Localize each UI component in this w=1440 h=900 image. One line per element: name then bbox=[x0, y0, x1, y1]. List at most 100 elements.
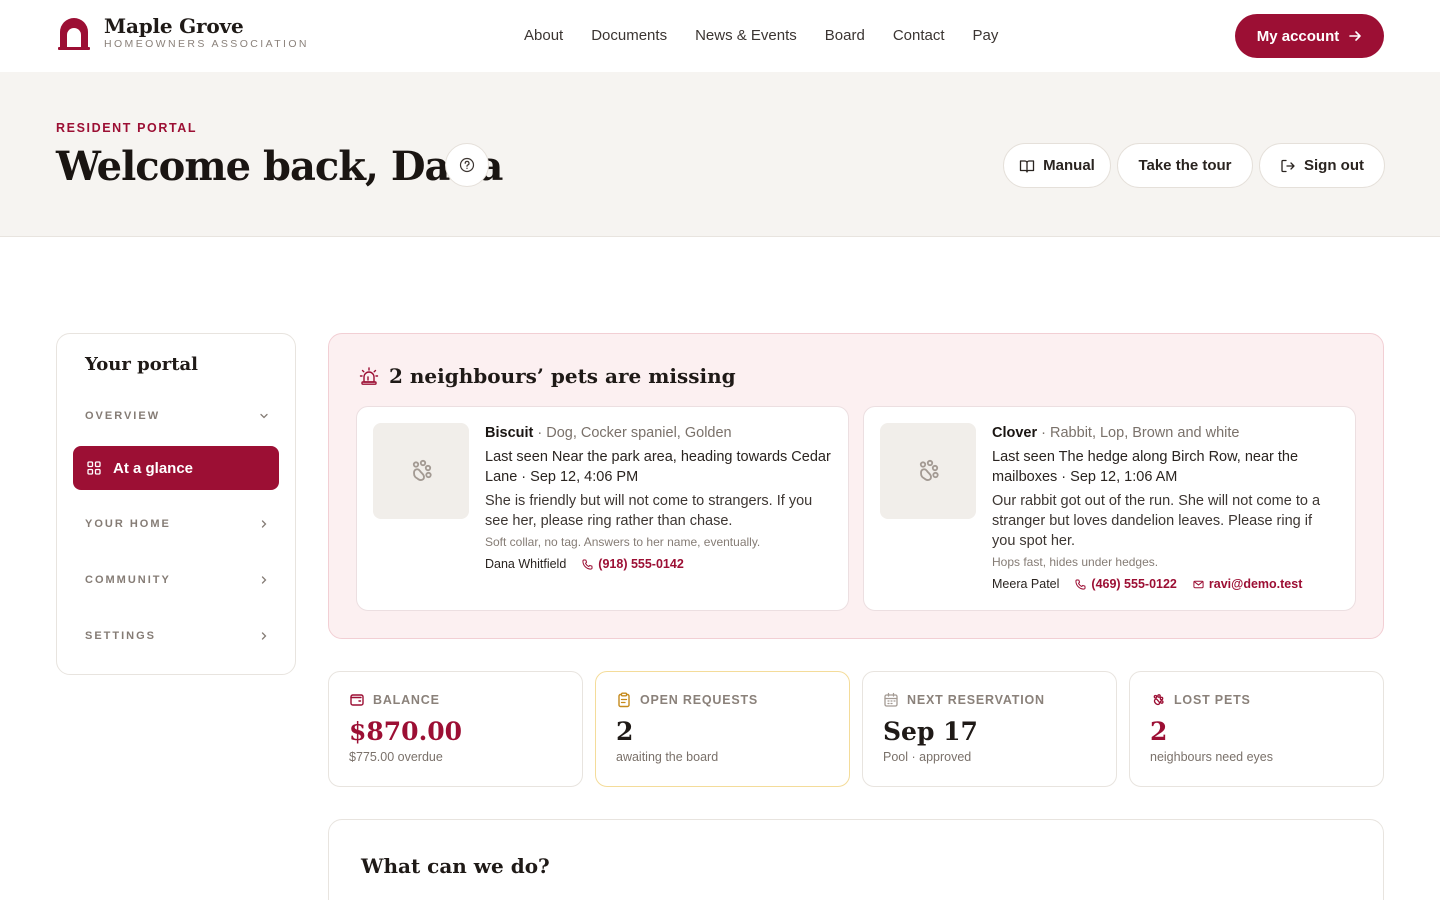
pet-last-seen: Last seen The hedge along Birch Row, nea… bbox=[992, 449, 1299, 485]
pet-photo-placeholder bbox=[373, 423, 469, 519]
chevron-down-icon bbox=[260, 413, 268, 419]
stat-label: OPEN REQUESTS bbox=[616, 692, 758, 708]
sidebar-group-label: YOUR HOME bbox=[85, 518, 171, 530]
question-circle-icon bbox=[459, 157, 475, 173]
book-icon bbox=[1020, 159, 1035, 173]
sidebar-group-label: COMMUNITY bbox=[85, 574, 171, 586]
chevron-right-icon bbox=[261, 520, 267, 528]
pet-email-link[interactable]: ravi@demo.test bbox=[1193, 575, 1302, 593]
sidebar-item-at-a-glance[interactable]: At a glance bbox=[73, 446, 279, 490]
my-account-label: My account bbox=[1256, 27, 1340, 45]
stat-label: NEXT RESERVATION bbox=[883, 692, 1045, 708]
brand-logo-icon bbox=[58, 17, 90, 50]
pet-last-seen: Last seen Near the park area, heading to… bbox=[485, 449, 831, 485]
stat-value: Sep 17 bbox=[883, 717, 978, 746]
sign-out-icon bbox=[1281, 159, 1295, 172]
sign-out-label: Sign out bbox=[1304, 157, 1364, 174]
brand-name: Maple Grove bbox=[104, 14, 244, 38]
pet-phone-link[interactable]: (469) 555-0122 bbox=[1075, 575, 1177, 593]
pet-contact: Meera Patel (469) 555-0122 ravi@demo.tes… bbox=[992, 575, 1338, 593]
nav-news-events[interactable]: News & Events bbox=[695, 26, 797, 46]
my-account-button[interactable]: My account bbox=[1235, 14, 1384, 58]
pet-description: She is friendly but will not come to str… bbox=[485, 493, 813, 529]
pet-name: Clover bbox=[992, 425, 1038, 441]
stat-value: 2 bbox=[1150, 717, 1168, 746]
siren-icon bbox=[359, 367, 379, 385]
brand-subtitle: HOMEOWNERS ASSOCIATION bbox=[104, 38, 309, 50]
actions-card: What can we do? bbox=[328, 819, 1384, 900]
hero-eyebrow: RESIDENT PORTAL bbox=[56, 121, 198, 135]
pet-contact: Dana Whitfield (918) 555-0142 bbox=[485, 555, 831, 573]
nav-pay[interactable]: Pay bbox=[973, 26, 999, 46]
paw-icon bbox=[412, 459, 432, 481]
stat-card-open-requests[interactable]: OPEN REQUESTS 2 awaiting the board bbox=[595, 671, 850, 787]
calendar-icon bbox=[884, 692, 898, 707]
arrow-right-icon bbox=[1349, 31, 1362, 41]
sidebar-group-community[interactable]: COMMUNITY bbox=[85, 574, 269, 586]
pet-email: ravi@demo.test bbox=[1208, 577, 1303, 591]
mail-icon bbox=[1193, 580, 1204, 588]
pet-meta: · Dog, Cocker spaniel, Golden bbox=[533, 425, 732, 441]
clipboard-icon bbox=[618, 692, 630, 708]
manual-button[interactable]: Manual bbox=[1003, 143, 1111, 188]
stat-label-text: BALANCE bbox=[373, 693, 440, 707]
stat-label: LOST PETS bbox=[1150, 692, 1251, 708]
stat-card-balance[interactable]: BALANCE $870.00 $775.00 overdue bbox=[328, 671, 583, 787]
pet-owner: Dana Whitfield bbox=[485, 557, 567, 571]
missing-pets-alert: 2 neighbours’ pets are missing Biscuit ·… bbox=[328, 333, 1384, 639]
pet-photo-placeholder bbox=[880, 423, 976, 519]
stat-value: 2 bbox=[616, 717, 634, 746]
pet-description: Our rabbit got out of the run. She will … bbox=[992, 493, 1321, 549]
pet-phone: (469) 555-0122 bbox=[1091, 577, 1177, 591]
pet-phone: (918) 555-0142 bbox=[598, 557, 684, 571]
hero-section: RESIDENT PORTAL Welcome back, Dana Manua… bbox=[0, 72, 1440, 237]
phone-icon bbox=[1075, 578, 1086, 590]
take-tour-button[interactable]: Take the tour bbox=[1117, 143, 1253, 188]
pet-card-clover[interactable]: Clover · Rabbit, Lop, Brown and white La… bbox=[863, 406, 1356, 611]
manual-label: Manual bbox=[1043, 157, 1095, 174]
paw-icon bbox=[1153, 694, 1164, 706]
page-title: Welcome back, Dana bbox=[56, 143, 503, 190]
grid-icon bbox=[87, 461, 101, 475]
alert-title-text: 2 neighbours’ pets are missing bbox=[389, 364, 736, 388]
pet-owner: Meera Patel bbox=[992, 577, 1060, 591]
stat-card-next-reservation[interactable]: NEXT RESERVATION Sep 17 Pool · approved bbox=[862, 671, 1117, 787]
stat-card-lost-pets[interactable]: LOST PETS 2 neighbours need eyes bbox=[1129, 671, 1384, 787]
main-nav: About Documents News & Events Board Cont… bbox=[510, 26, 1012, 46]
sidebar-group-overview[interactable]: OVERVIEW bbox=[85, 410, 269, 422]
sign-out-button[interactable]: Sign out bbox=[1259, 143, 1385, 188]
pet-card-biscuit[interactable]: Biscuit · Dog, Cocker spaniel, Golden La… bbox=[356, 406, 849, 611]
alert-title: 2 neighbours’ pets are missing bbox=[359, 364, 736, 388]
sidebar-item-label: At a glance bbox=[113, 459, 194, 477]
stat-subtext: neighbours need eyes bbox=[1150, 750, 1274, 764]
sidebar-group-settings[interactable]: SETTINGS bbox=[85, 630, 269, 642]
pet-phone-link[interactable]: (918) 555-0142 bbox=[582, 555, 684, 573]
wallet-icon bbox=[350, 694, 364, 706]
sidebar-group-label: OVERVIEW bbox=[85, 410, 161, 422]
pet-note: Soft collar, no tag. Answers to her name… bbox=[485, 535, 761, 549]
brand[interactable]: Maple Grove HOMEOWNERS ASSOCIATION bbox=[56, 14, 309, 51]
stat-label: BALANCE bbox=[349, 692, 440, 708]
nav-contact[interactable]: Contact bbox=[893, 26, 945, 46]
take-tour-label: Take the tour bbox=[1138, 157, 1232, 174]
sidebar-group-label: SETTINGS bbox=[85, 630, 157, 642]
chevron-right-icon bbox=[261, 632, 267, 640]
nav-about[interactable]: About bbox=[524, 26, 563, 46]
stat-subtext: $775.00 overdue bbox=[349, 750, 443, 764]
top-navigation-bar: Maple Grove HOMEOWNERS ASSOCIATION About… bbox=[0, 0, 1440, 72]
nav-documents[interactable]: Documents bbox=[591, 26, 667, 46]
phone-icon bbox=[582, 558, 593, 570]
pet-name: Biscuit bbox=[485, 425, 534, 441]
stat-value: $870.00 bbox=[349, 717, 463, 746]
stat-label-text: OPEN REQUESTS bbox=[640, 693, 759, 707]
stat-label-text: LOST PETS bbox=[1174, 693, 1251, 707]
stat-subtext: Pool · approved bbox=[883, 750, 972, 764]
help-button[interactable] bbox=[445, 143, 489, 187]
sidebar-title: Your portal bbox=[85, 354, 199, 375]
stat-label-text: NEXT RESERVATION bbox=[907, 693, 1045, 707]
paw-icon bbox=[919, 459, 939, 481]
sidebar-group-your-home[interactable]: YOUR HOME bbox=[85, 518, 269, 530]
pet-note: Hops fast, hides under hedges. bbox=[992, 555, 1159, 569]
nav-board[interactable]: Board bbox=[825, 26, 865, 46]
chevron-right-icon bbox=[261, 576, 267, 584]
